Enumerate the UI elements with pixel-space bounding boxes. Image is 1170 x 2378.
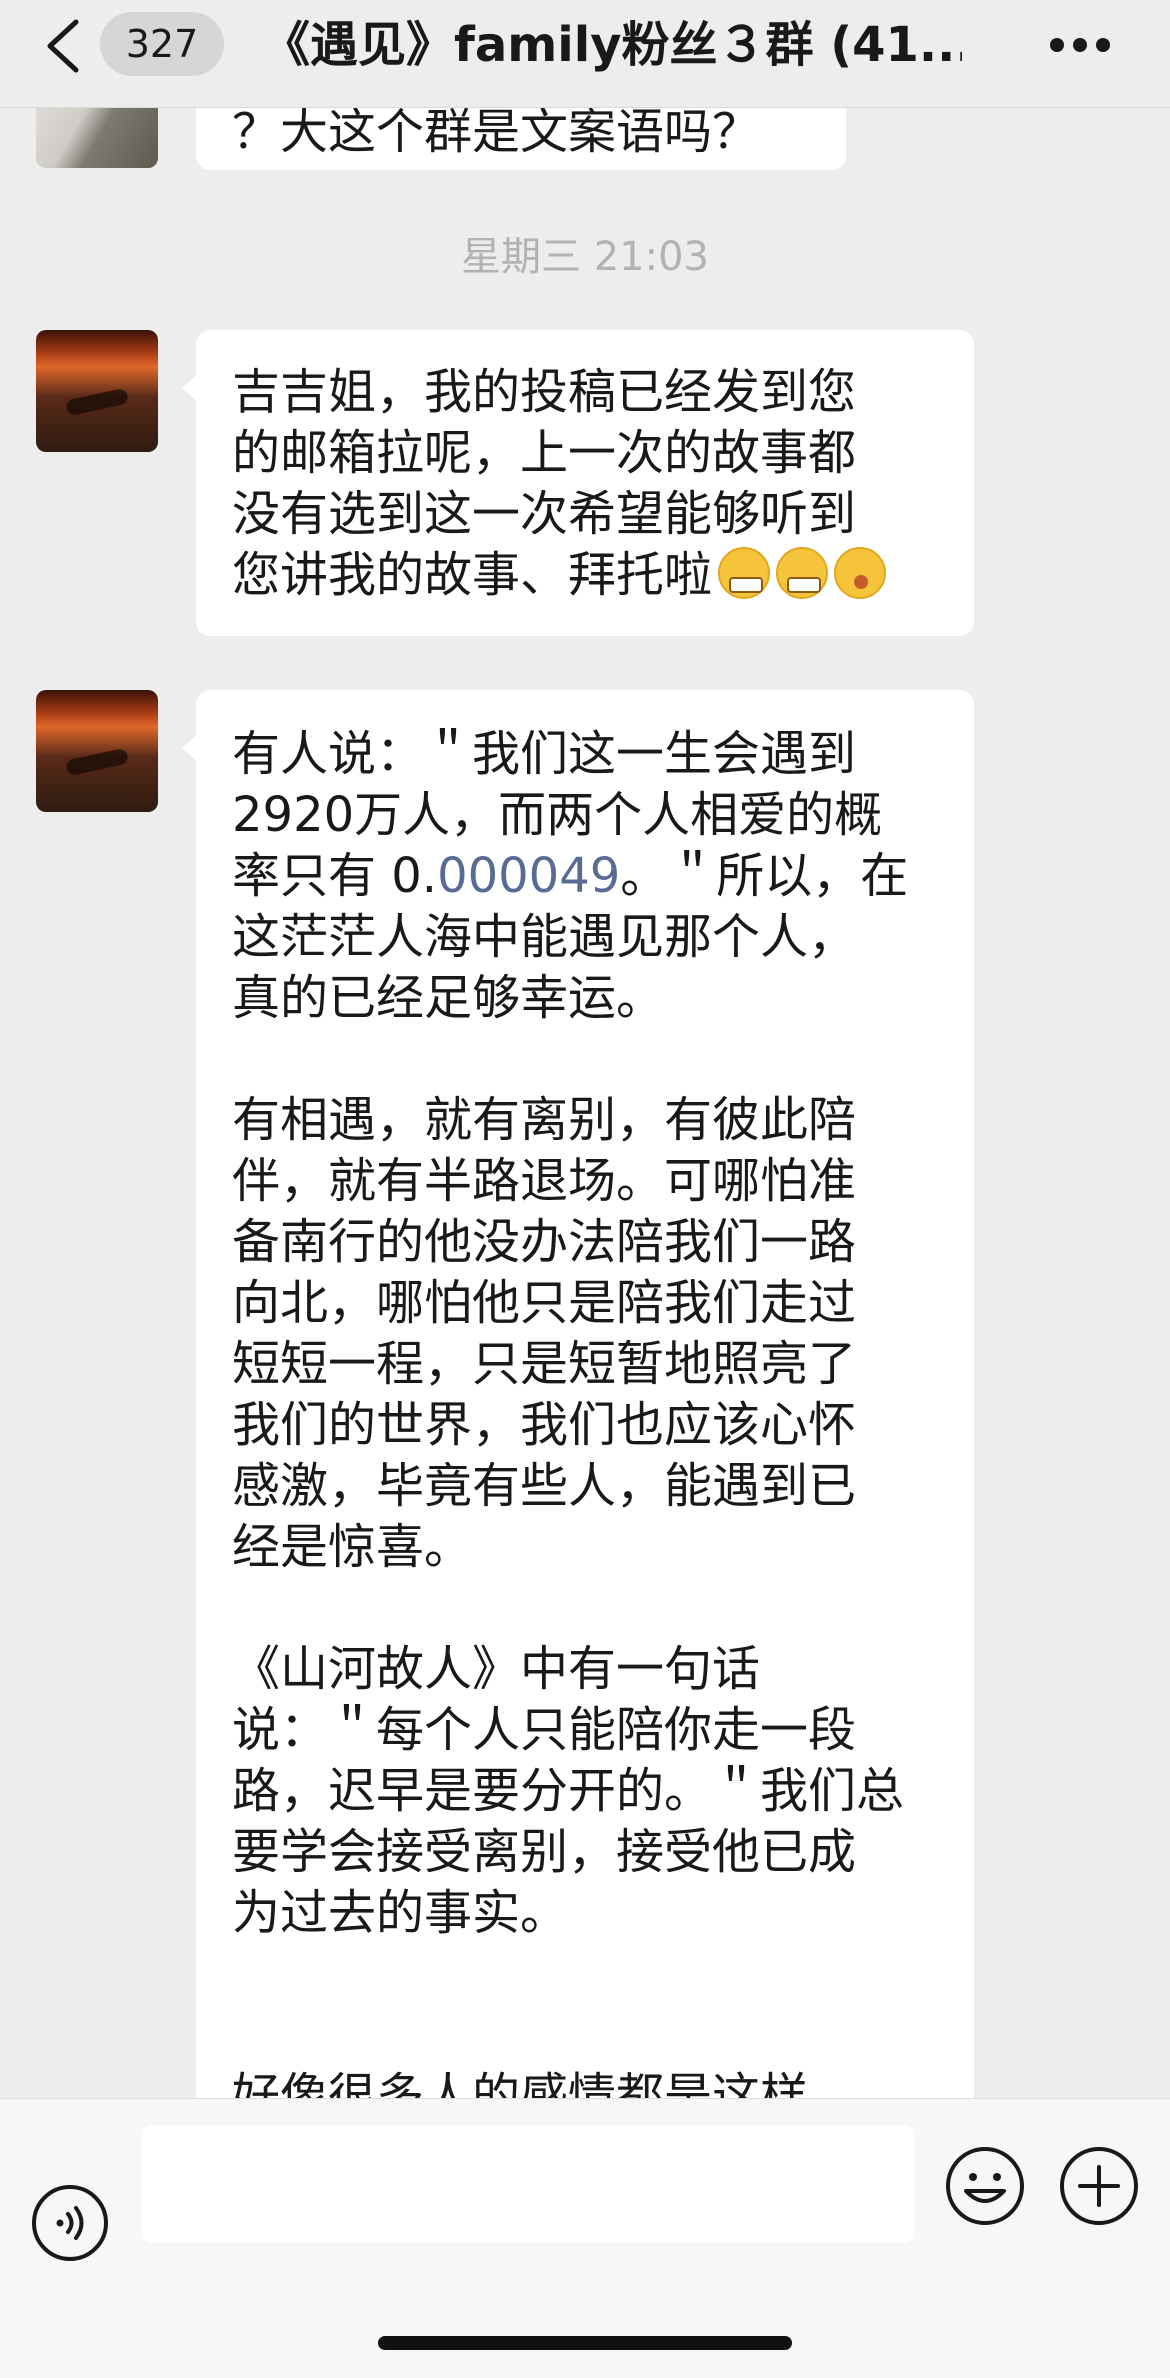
message-line: 好像很多人的感情都是这样 — [232, 2068, 809, 2098]
number-link[interactable]: 000049 — [437, 848, 620, 904]
message-line: 短短一程，只是短暂地照亮了 — [232, 1336, 857, 1392]
message-line: 2920万人，而两个人相爱的概 — [232, 787, 883, 843]
message-line: 为过去的事实。 — [232, 1885, 569, 1941]
message-line: 这茫茫人海中能遇见那个人， — [232, 909, 857, 965]
shushing-face-icon — [834, 547, 887, 599]
avatar[interactable] — [36, 108, 158, 168]
message-line: 感激，毕竟有些人，能遇到已 — [232, 1458, 857, 1514]
message-input[interactable] — [142, 2125, 914, 2243]
message-bubble[interactable]: ？大这个群是文案语吗？ — [196, 108, 846, 170]
avatar[interactable] — [36, 330, 158, 452]
message-line: 没有选到这一次希望能够听到 — [232, 486, 857, 542]
message-line: 您讲我的故事、拜托啦 — [232, 547, 713, 603]
message-line: 要学会接受离别，接受他已成 — [232, 1824, 857, 1880]
message-line: 。＂所以，在 — [620, 848, 909, 904]
voice-icon[interactable] — [30, 2183, 110, 2263]
message-line: 说：＂每个人只能陪你走一段 — [232, 1702, 857, 1758]
grimacing-face-icon — [718, 547, 771, 599]
message-line: 真的已经足够幸运。 — [232, 970, 665, 1026]
message-line: 我们的世界，我们也应该心怀 — [232, 1397, 857, 1453]
message-text: ？大这个群是文案语吗？ — [232, 108, 761, 160]
message-bubble[interactable]: 有人说：＂我们这一生会遇到 2920万人，而两个人相爱的概 率只有 0.0000… — [182, 690, 974, 2098]
chat-header: 327 《遇见》family粉丝３群 (41... — [0, 0, 1170, 108]
message-line: 率只有 0. — [232, 848, 438, 904]
more-dots-icon[interactable] — [1050, 38, 1110, 54]
message-line: 路，迟早是要分开的。＂我们总 — [232, 1763, 905, 1819]
chat-message-list[interactable]: ？大这个群是文案语吗？ 星期三 21:03 吉吉姐，我的投稿已经发到您 的邮箱拉… — [0, 108, 1170, 2098]
chat-title: 《遇见》family粉丝３群 (41... — [262, 17, 962, 73]
home-indicator — [378, 2336, 792, 2350]
message-timestamp: 星期三 21:03 — [461, 234, 709, 280]
chevron-left-icon[interactable] — [40, 18, 88, 74]
grimacing-face-icon — [776, 547, 829, 599]
message-line: 的邮箱拉呢，上一次的故事都 — [232, 425, 857, 481]
unread-count-badge[interactable]: 327 — [100, 12, 224, 76]
avatar[interactable] — [36, 690, 158, 812]
plus-icon[interactable] — [1058, 2145, 1140, 2227]
emoji-icon[interactable] — [944, 2145, 1026, 2227]
message-line: 经是惊喜。 — [232, 1519, 473, 1575]
message-bubble[interactable]: 吉吉姐，我的投稿已经发到您 的邮箱拉呢，上一次的故事都 没有选到这一次希望能够听… — [182, 330, 974, 636]
message-line: 有相遇，就有离别，有彼此陪 — [232, 1092, 857, 1148]
message-line: 伴，就有半路退场。可哪怕准 — [232, 1153, 857, 1209]
message-line: 《山河故人》中有一句话 — [232, 1641, 761, 1697]
message-line: 向北，哪怕他只是陪我们走过 — [232, 1275, 857, 1331]
message-line: 有人说：＂我们这一生会遇到 — [232, 726, 857, 782]
message-line: 备南行的他没办法陪我们一路 — [232, 1214, 857, 1270]
message-line: 吉吉姐，我的投稿已经发到您 — [232, 364, 857, 420]
